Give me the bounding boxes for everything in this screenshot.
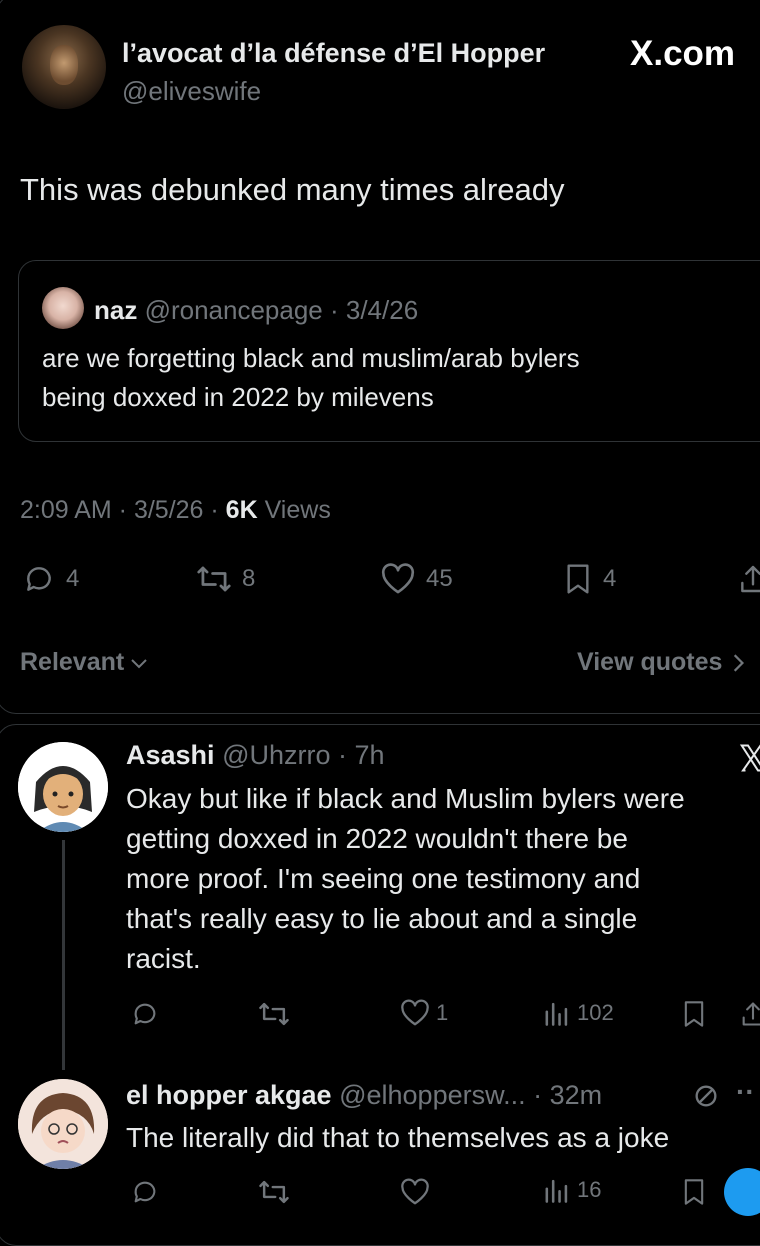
analytics-icon <box>545 1002 568 1026</box>
chevron-down-icon <box>131 658 147 668</box>
reply-1-view-count: 102 <box>577 1000 614 1025</box>
reply-1-views[interactable]: 102 <box>543 999 614 1027</box>
reply-1-like-count: 1 <box>436 1000 449 1025</box>
reply-2-handle-time[interactable]: @elhoppersw... · 32m <box>339 1080 602 1110</box>
reply-2-name[interactable]: el hopper akgae <box>126 1080 332 1110</box>
reply-1-line-1: Okay but like if black and Muslim bylers… <box>126 783 685 814</box>
cartoon-avatar-icon <box>18 1079 108 1169</box>
more-options-icon[interactable]: ·· <box>736 1076 755 1108</box>
main-display-name[interactable]: l’avocat d’la défense d’El Hopper <box>122 38 545 69</box>
like-action[interactable]: 45 <box>380 563 453 595</box>
repost-count: 8 <box>242 565 256 592</box>
bookmark-icon <box>567 564 589 594</box>
reply-1-line-4: that's really easy to lie about and a si… <box>126 903 638 934</box>
repost-icon[interactable] <box>258 1178 290 1206</box>
main-tweet-text: This was debunked many times already <box>20 172 565 207</box>
reply-1-line-2: getting doxxed in 2022 wouldn't there be <box>126 823 628 854</box>
tweet-timestamp[interactable]: 2:09 AM · 3/5/26 · <box>20 496 226 524</box>
reply-icon[interactable] <box>130 1000 160 1028</box>
quoted-name[interactable]: naz <box>94 295 137 325</box>
quoted-avatar[interactable] <box>42 287 84 329</box>
verified-badge-icon <box>695 1085 717 1107</box>
share-icon[interactable] <box>738 563 760 595</box>
main-avatar[interactable] <box>22 25 106 109</box>
reply-icon[interactable] <box>130 1178 160 1206</box>
cartoon-avatar-icon <box>18 742 108 832</box>
sort-label: Relevant <box>20 648 125 676</box>
x-logo-icon <box>739 744 760 772</box>
reply-avatar-asashi[interactable] <box>18 742 108 832</box>
sort-dropdown[interactable]: Relevant <box>20 648 148 677</box>
heart-icon[interactable] <box>400 1178 430 1206</box>
repost-action[interactable]: 8 <box>196 563 255 595</box>
reply-action[interactable]: 4 <box>22 563 79 595</box>
main-handle[interactable]: @eliveswife <box>122 76 261 107</box>
thread-connector <box>62 840 65 1070</box>
bookmark-icon[interactable] <box>681 1178 707 1206</box>
view-quotes-link[interactable]: View quotes <box>577 648 746 677</box>
quoted-handle-date[interactable]: @ronancepage · 3/4/26 <box>145 295 419 325</box>
share-icon[interactable] <box>740 1000 760 1028</box>
quoted-text-line-2: being doxxed in 2022 by milevens <box>42 382 434 412</box>
quoted-text-line-1: are we forgetting black and muslim/arab … <box>42 343 580 373</box>
quoted-header: naz @ronancepage · 3/4/26 <box>94 295 418 326</box>
site-label: X.com <box>630 34 736 73</box>
bookmark-count: 4 <box>603 565 617 592</box>
reply-1-header: Asashi @Uhzrro · 7h <box>126 740 385 771</box>
view-quotes-label: View quotes <box>577 648 723 676</box>
reply-icon <box>27 567 51 591</box>
like-count: 45 <box>426 565 453 592</box>
repost-icon[interactable] <box>258 1000 290 1028</box>
reply-2-header: el hopper akgae @elhoppersw... · 32m <box>126 1080 602 1111</box>
reply-2-line-1: The literally did that to themselves as … <box>126 1122 670 1153</box>
bookmark-icon[interactable] <box>681 1000 707 1028</box>
reply-1-name[interactable]: Asashi <box>126 740 215 770</box>
reply-2-view-count: 16 <box>577 1177 602 1202</box>
reply-1-handle-time[interactable]: @Uhzrro · 7h <box>222 740 384 770</box>
reply-1-like-action[interactable]: 1 <box>400 999 448 1027</box>
reply-1-line-3: more proof. I'm seeing one testimony and <box>126 863 641 894</box>
heart-icon <box>381 563 415 594</box>
views-count: 6K <box>225 496 258 524</box>
repost-icon <box>197 566 231 592</box>
heart-icon <box>401 999 429 1026</box>
reply-count: 4 <box>66 565 80 592</box>
tweet-meta: 2:09 AM · 3/5/26 · 6K Views <box>20 496 331 525</box>
reply-avatar-el-hopper[interactable] <box>18 1079 108 1169</box>
bookmark-action[interactable]: 4 <box>563 563 616 595</box>
reply-1-line-5: racist. <box>126 943 201 974</box>
views-label: Views <box>257 496 331 524</box>
chevron-right-icon <box>734 653 745 672</box>
